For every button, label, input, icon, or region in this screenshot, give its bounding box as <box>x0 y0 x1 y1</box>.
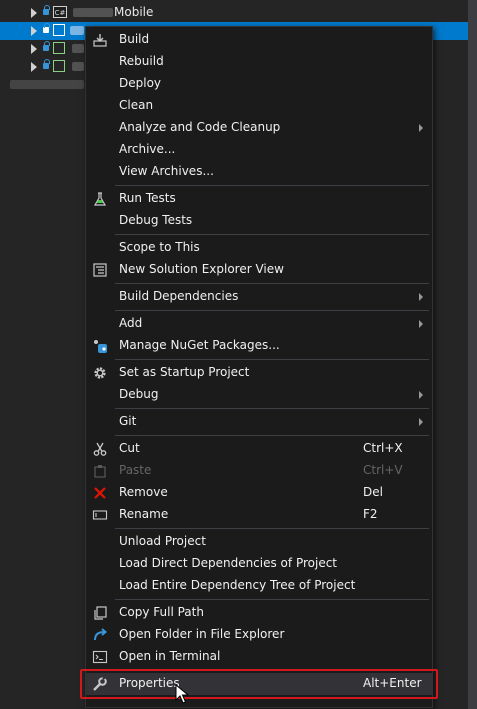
menu-item-rename[interactable]: Rename F2 <box>86 504 432 526</box>
menu-item-scope-to-this[interactable]: Scope to This <box>86 237 432 259</box>
vertical-scrollbar[interactable] <box>468 0 477 709</box>
submenu-arrow-icon <box>419 391 423 399</box>
menu-separator <box>115 435 429 436</box>
lock-icon <box>43 41 50 51</box>
submenu-arrow-icon <box>419 418 423 426</box>
menu-separator <box>115 408 429 409</box>
scissors-icon <box>93 442 107 456</box>
menu-item-build[interactable]: Build <box>86 29 432 51</box>
tree-item-label: Mobile <box>114 5 154 19</box>
menu-separator <box>115 599 429 600</box>
mobile-project-icon <box>53 24 65 36</box>
build-icon <box>93 34 107 47</box>
solution-explorer-view-icon <box>93 263 107 277</box>
menu-separator <box>115 310 429 311</box>
menu-item-run-tests[interactable]: Run Tests <box>86 188 432 210</box>
menu-item-build-dependencies[interactable]: Build Dependencies <box>86 286 432 308</box>
expand-arrow-icon[interactable] <box>31 44 37 54</box>
menu-item-rebuild[interactable]: Rebuild <box>86 51 432 73</box>
submenu-arrow-icon <box>419 293 423 301</box>
menu-item-view-archives[interactable]: View Archives... <box>86 161 432 183</box>
expand-arrow-icon[interactable] <box>31 62 37 72</box>
lock-icon <box>43 5 50 15</box>
terminal-icon <box>92 650 108 664</box>
menu-item-archive[interactable]: Archive... <box>86 139 432 161</box>
blurred-item-name <box>10 80 84 89</box>
menu-separator <box>115 234 429 235</box>
menu-item-debug[interactable]: Debug <box>86 384 432 406</box>
menu-item-add[interactable]: Add <box>86 313 432 335</box>
menu-item-copy-full-path[interactable]: Copy Full Path <box>86 602 432 624</box>
submenu-arrow-icon <box>419 124 423 132</box>
csharp-project-icon: C# <box>53 6 67 18</box>
submenu-arrow-icon <box>419 320 423 328</box>
red-x-icon <box>94 487 106 499</box>
project-context-menu: Build Rebuild Deploy Clean Analyze and C… <box>85 26 433 708</box>
nuget-icon <box>94 340 107 353</box>
menu-separator <box>115 528 429 529</box>
menu-item-remove[interactable]: Remove Del <box>86 482 432 504</box>
menu-item-git[interactable]: Git <box>86 411 432 433</box>
copy-icon <box>94 606 107 620</box>
blurred-project-name <box>72 62 84 71</box>
clipboard-icon <box>94 465 106 478</box>
properties-highlight-box <box>80 669 438 699</box>
blurred-project-name <box>73 8 113 17</box>
menu-item-manage-nuget[interactable]: Manage NuGet Packages... <box>86 335 432 357</box>
menu-item-open-in-terminal[interactable]: Open in Terminal <box>86 646 432 668</box>
menu-item-new-solution-explorer-view[interactable]: New Solution Explorer View <box>86 259 432 281</box>
lock-icon <box>43 23 50 33</box>
menu-separator <box>115 283 429 284</box>
menu-separator <box>115 359 429 360</box>
flask-icon <box>93 192 107 206</box>
menu-item-load-direct-dependencies[interactable]: Load Direct Dependencies of Project <box>86 553 432 575</box>
menu-separator <box>115 185 429 186</box>
menu-item-deploy[interactable]: Deploy <box>86 73 432 95</box>
menu-item-analyze-code-cleanup[interactable]: Analyze and Code Cleanup <box>86 117 432 139</box>
open-folder-arrow-icon <box>94 628 108 641</box>
gear-icon <box>94 367 106 379</box>
menu-item-load-entire-dependency-tree[interactable]: Load Entire Dependency Tree of Project <box>86 575 432 597</box>
lock-icon <box>43 59 50 69</box>
menu-item-unload-project[interactable]: Unload Project <box>86 531 432 553</box>
expand-arrow-icon[interactable] <box>31 26 37 36</box>
menu-item-debug-tests[interactable]: Debug Tests <box>86 210 432 232</box>
expand-arrow-icon[interactable] <box>31 8 37 18</box>
blurred-project-name <box>72 44 84 53</box>
blurred-project-name <box>70 26 84 35</box>
menu-item-paste[interactable]: Paste Ctrl+V <box>86 460 432 482</box>
menu-item-open-folder[interactable]: Open Folder in File Explorer <box>86 624 432 646</box>
menu-item-set-startup-project[interactable]: Set as Startup Project <box>86 362 432 384</box>
rename-icon <box>92 510 108 520</box>
android-project-icon <box>53 42 65 54</box>
mouse-pointer-icon <box>175 684 189 704</box>
uitest-project-icon <box>53 60 65 72</box>
menu-item-clean[interactable]: Clean <box>86 95 432 117</box>
menu-item-cut[interactable]: Cut Ctrl+X <box>86 438 432 460</box>
tree-item-mobile-project[interactable]: C# Mobile <box>0 4 468 22</box>
